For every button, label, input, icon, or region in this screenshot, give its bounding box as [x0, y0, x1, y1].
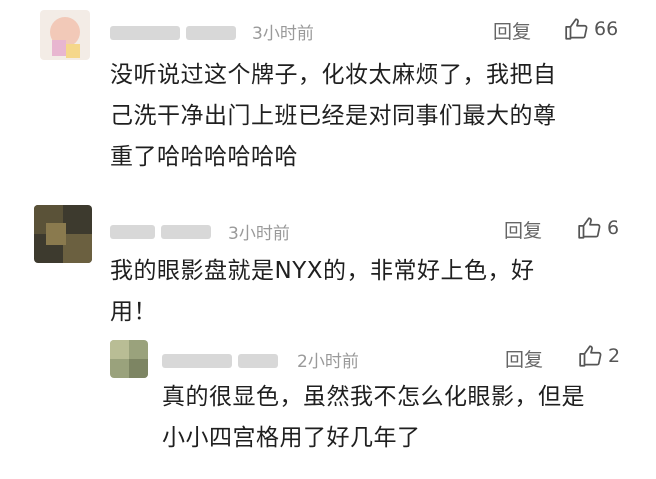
like-count: 2: [608, 345, 621, 367]
avatar[interactable]: [34, 205, 92, 263]
comment-line: 重了哈哈哈哈哈哈: [110, 144, 298, 170]
username-blurred[interactable]: [110, 221, 217, 240]
comment-line: 小小四宫格用了好几年了: [162, 425, 421, 451]
thumbs-up-icon: [565, 18, 588, 40]
reply-button[interactable]: 回复: [493, 17, 531, 44]
avatar[interactable]: [40, 10, 90, 60]
comment-line: 我的眼影盘就是NYX的，非常好上色，好: [110, 258, 535, 284]
comment-text: 没听说过这个牌子，化妆太麻烦了，我把自 己洗干净出门上班已经是对同事们最大的尊 …: [110, 55, 557, 178]
comment-text: 真的很显色，虽然我不怎么化眼影，但是 小小四宫格用了好几年了: [162, 377, 585, 459]
like-button[interactable]: 66: [564, 16, 618, 42]
reply-button[interactable]: 回复: [504, 216, 542, 243]
avatar-image: [34, 205, 92, 263]
comment-line: 己洗干净出门上班已经是对同事们最大的尊: [110, 103, 557, 129]
avatar[interactable]: [110, 340, 148, 378]
like-button[interactable]: 2: [578, 343, 620, 369]
like-count: 6: [607, 217, 620, 239]
reply-button[interactable]: 回复: [505, 345, 543, 372]
comment-time: 3小时前: [228, 224, 290, 244]
thumbs-up-icon: [579, 345, 602, 367]
thumbs-up-icon: [578, 217, 601, 239]
avatar-image: [110, 340, 148, 378]
comment-text: 我的眼影盘就是NYX的，非常好上色，好 用！: [110, 251, 535, 333]
comment-time: 2小时前: [297, 352, 359, 372]
avatar-image: [40, 10, 90, 60]
like-button[interactable]: 6: [577, 215, 619, 241]
like-count: 66: [594, 18, 619, 40]
username-blurred[interactable]: [162, 350, 284, 369]
comment-line: 没听说过这个牌子，化妆太麻烦了，我把自: [110, 62, 557, 88]
comment-time: 3小时前: [252, 24, 314, 44]
comment-line: 真的很显色，虽然我不怎么化眼影，但是: [162, 384, 585, 410]
username-blurred[interactable]: [110, 22, 242, 41]
comment-line: 用！: [110, 299, 157, 325]
